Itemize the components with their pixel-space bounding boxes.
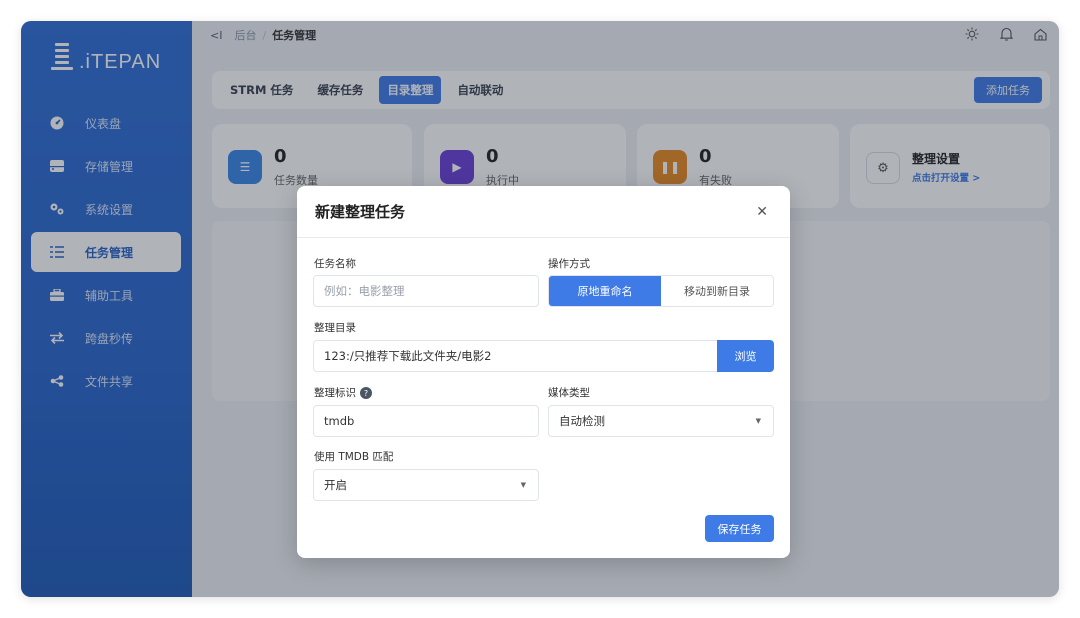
tag-label: 整理标识 — [314, 387, 356, 399]
media-type-label: 媒体类型 — [548, 387, 590, 399]
save-task-button[interactable]: 保存任务 — [705, 515, 774, 542]
dialog-title: 新建整理任务 — [315, 203, 406, 221]
tag-input[interactable]: tmdb — [313, 405, 539, 437]
task-name-input[interactable]: 例如：电影整理 — [313, 275, 539, 307]
media-type-value: 自动检测 — [559, 414, 605, 428]
rename-in-place-option[interactable]: 原地重命名 — [549, 276, 661, 306]
tag-label-row: 整理标识? — [314, 385, 372, 400]
chevron-down-icon: ▼ — [755, 417, 761, 425]
move-to-new-dir-option[interactable]: 移动到新目录 — [661, 276, 773, 306]
operation-toggle: 原地重命名 移动到新目录 — [548, 275, 774, 307]
tmdb-label: 使用 TMDB 匹配 — [314, 451, 394, 463]
tmdb-select[interactable]: 开启 ▼ — [313, 469, 539, 501]
browse-button[interactable]: 浏览 — [717, 340, 774, 372]
directory-label: 整理目录 — [314, 322, 356, 334]
task-name-label: 任务名称 — [314, 258, 356, 270]
directory-input[interactable]: 123:/只推荐下载此文件夹/电影2 — [313, 340, 718, 372]
chevron-down-icon: ▼ — [520, 481, 526, 489]
help-icon[interactable]: ? — [360, 387, 372, 399]
close-icon[interactable]: ✕ — [756, 204, 768, 220]
media-type-select[interactable]: 自动检测 ▼ — [548, 405, 774, 437]
tmdb-value: 开启 — [324, 478, 347, 492]
new-organize-task-dialog: 新建整理任务 ✕ 任务名称 例如：电影整理 操作方式 原地重命名 移动到新目录 … — [297, 186, 790, 558]
operation-label: 操作方式 — [548, 258, 590, 270]
dialog-header: 新建整理任务 — [297, 186, 790, 238]
